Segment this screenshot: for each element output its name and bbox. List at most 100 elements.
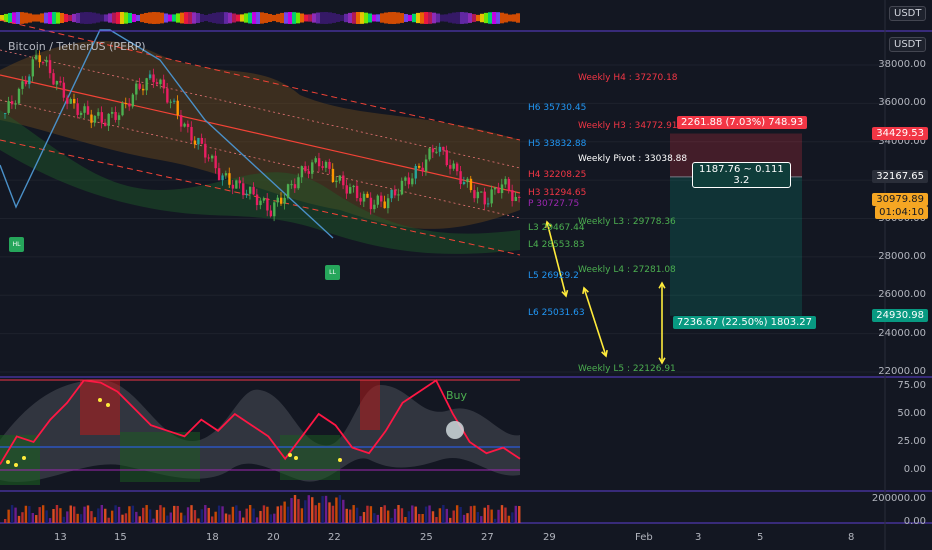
volume-bar [131,505,135,523]
candle-body [352,185,355,188]
time-axis-label: 15 [114,532,127,543]
volume-bar [135,511,138,523]
pivot-label: Weekly H3 : 34772.91 [578,120,678,131]
candle-body [459,171,462,185]
time-axis-label: 27 [481,532,494,543]
candle-body [380,195,383,202]
candle-body [211,155,214,159]
heat-cell [44,12,48,24]
candle-body [245,193,248,196]
candle-body [428,148,431,160]
heat-cell [312,13,316,23]
trading-chart[interactable] [0,0,932,550]
heat-cell [416,12,420,24]
volume-bar [104,508,107,523]
volume-bar [511,512,514,523]
heat-cell [332,13,336,23]
heat-cell [148,12,152,24]
heat-cell [228,12,232,24]
pivot-label: L3 29467.44 [528,222,585,233]
heat-cell [364,12,368,24]
heat-cell [128,13,132,23]
heat-cell [376,14,380,22]
pivot-label: Weekly L5 : 22126.91 [578,363,676,374]
heat-cell [24,12,28,24]
volume-bar [400,508,404,523]
candle-body [462,182,466,185]
heat-cell [484,12,488,24]
candle-body [455,163,459,172]
osc-dot [6,460,10,464]
volume-bar [21,512,24,523]
heat-cell [480,13,484,23]
currency-badge-top[interactable]: USDT [889,6,927,21]
volume-bar [93,517,97,523]
volume-bar [242,517,245,523]
price-axis-label: 24000.00 [878,327,926,339]
heat-cell [56,12,60,24]
heat-cell [400,13,404,23]
time-axis-label: Feb [635,532,653,543]
position-box[interactable] [670,133,802,316]
volume-bar [442,505,445,523]
volume-bar [124,513,128,523]
candle-body [24,81,28,85]
volume-bar [31,512,34,523]
volume-bar [245,508,248,523]
heat-cell [272,14,276,22]
volume-bar [362,512,366,523]
volume-bar [86,505,90,523]
osc-dot [14,463,18,467]
volume-bar [283,501,286,523]
heat-cell [188,12,192,24]
heat-cell [216,12,220,24]
volume-bar [297,499,300,523]
volume-bar [107,517,110,523]
pivot-label: Weekly L3 : 29778.36 [578,216,676,227]
volume-bar [473,505,476,523]
volume-bar [259,510,262,523]
candle-body [452,163,455,169]
currency-badge-main[interactable]: USDT [889,37,927,52]
volume-bar [262,505,266,523]
volume-bar [497,509,500,523]
price-tag: 01:04:10 [875,205,928,219]
candle-body [179,115,183,127]
volume-bar [414,506,417,523]
heat-cell [132,13,136,23]
candle-body [135,83,138,95]
candle-body [100,112,103,123]
candle-body [331,168,335,183]
candle-body [273,202,276,217]
candle-body [438,146,442,152]
heat-cell [408,14,412,22]
volume-bar [469,506,473,523]
candle-body [411,178,414,185]
candle-body [4,112,7,114]
candle-body [204,143,207,158]
heat-cell [448,13,452,23]
volume-bar [162,507,166,523]
candle-body [124,102,128,104]
volume-bar [386,510,390,523]
volume-bar [314,505,317,523]
volume-bar [407,511,411,523]
candle-body [93,115,97,123]
volume-bar [480,516,483,523]
volume-bar [100,505,103,523]
candle-body [424,159,428,172]
candle-body [28,76,31,85]
pivot-label: H6 35730.45 [528,102,587,113]
heat-cell [316,12,320,24]
oscillator-axis-label: 75.00 [897,380,926,391]
candle-body [369,197,373,210]
heat-cell [384,12,388,24]
volume-bar [404,517,407,523]
candle-body [487,203,490,205]
candle-body [131,94,135,107]
candle-body [293,184,297,189]
pivot-label: L6 25031.63 [528,307,585,318]
symbol-title[interactable]: Bitcoin / TetherUS (PERP) [8,40,146,53]
volume-bar [186,507,190,523]
candle-body [255,194,259,206]
